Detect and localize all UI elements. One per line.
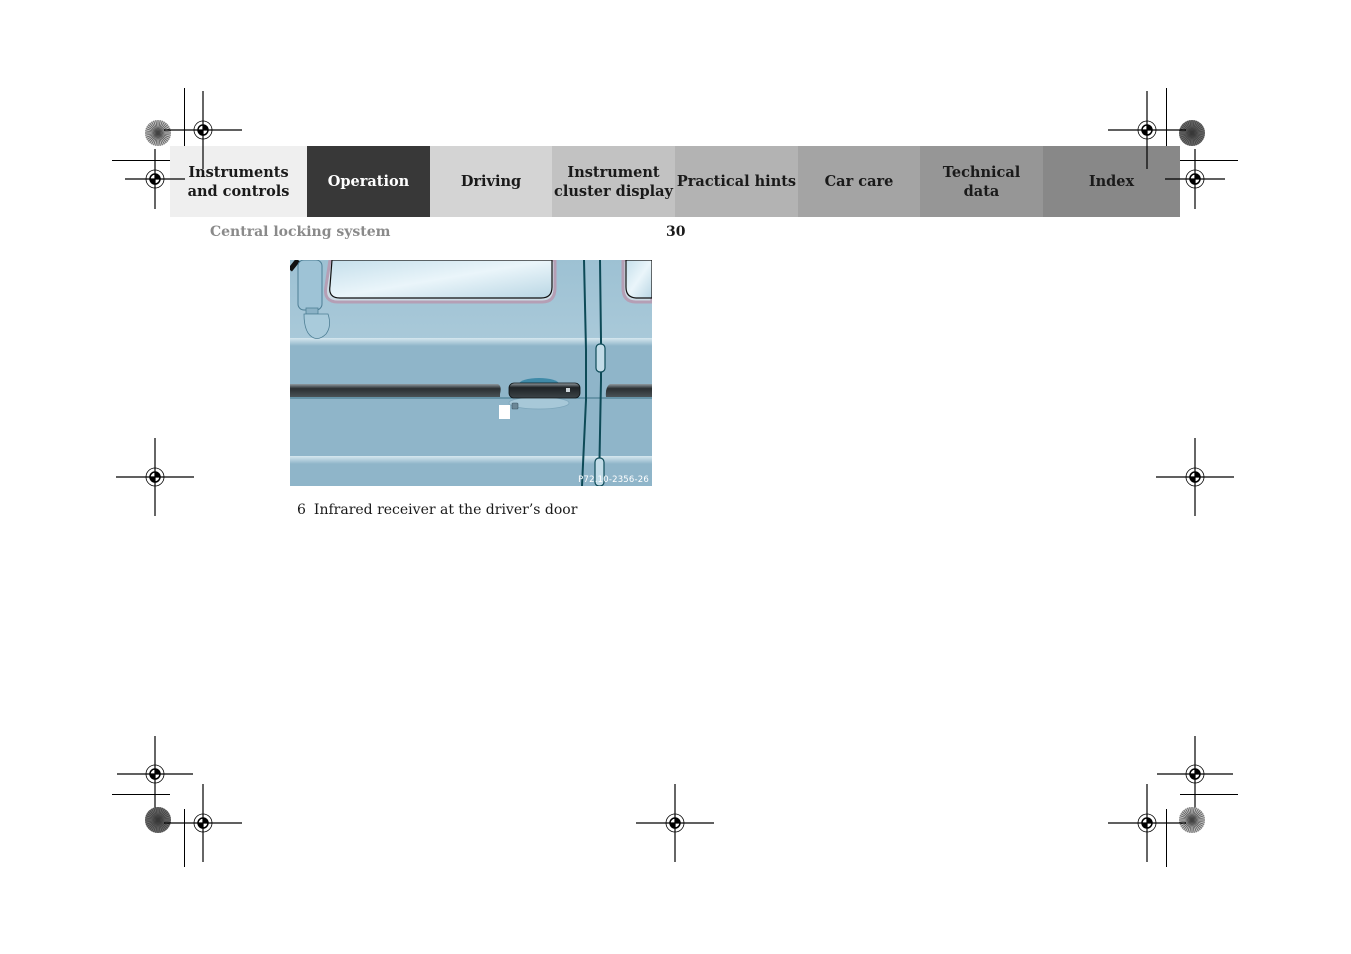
crosshair-mark [1108, 784, 1186, 862]
door-illustration-art [290, 260, 652, 486]
crop-mark [112, 794, 170, 795]
side-mirror [297, 260, 323, 311]
crop-mark [1166, 809, 1167, 867]
crop-mark [184, 809, 185, 867]
crosshair-mark [125, 149, 185, 209]
crop-mark [1180, 160, 1238, 161]
trim-strip-front [290, 384, 501, 397]
caption-text: Infrared receiver at the driver’s door [313, 502, 578, 518]
infrared-receiver [511, 402, 519, 410]
trim-strip-rear [605, 384, 652, 397]
page-number: 30 [666, 224, 686, 240]
figure-code: P72.10-2356-26 [578, 475, 649, 485]
crop-mark [112, 160, 170, 161]
caption-number: 6 [297, 502, 306, 518]
crosshair-mark [116, 438, 194, 516]
tab-practical-hints[interactable]: Practical hints [675, 146, 798, 217]
crosshair-mark [164, 784, 242, 862]
crop-mark [184, 88, 185, 146]
section-title: Central locking system [210, 224, 391, 240]
crop-mark [1166, 88, 1167, 146]
crosshair-mark [1156, 438, 1234, 516]
tab-instrument-cluster-display[interactable]: Instrument cluster display [552, 146, 675, 217]
window-glass [329, 260, 553, 299]
tab-technical-data[interactable]: Technical data [920, 146, 1043, 217]
tab-operation[interactable]: Operation [307, 146, 430, 217]
crop-mark [1180, 794, 1238, 795]
tab-driving[interactable]: Driving [430, 146, 552, 217]
chapter-tab-bar: Instruments and controls Operation Drivi… [170, 146, 1180, 217]
door-illustration: P72.10-2356-26 [290, 260, 652, 486]
hinge-upper [595, 343, 606, 373]
callout-marker [499, 405, 510, 419]
tab-car-care[interactable]: Car care [798, 146, 920, 217]
crosshair-mark [1165, 149, 1225, 209]
figure-caption: 6 Infrared receiver at the driver’s door [297, 502, 577, 518]
crosshair-mark [636, 784, 714, 862]
